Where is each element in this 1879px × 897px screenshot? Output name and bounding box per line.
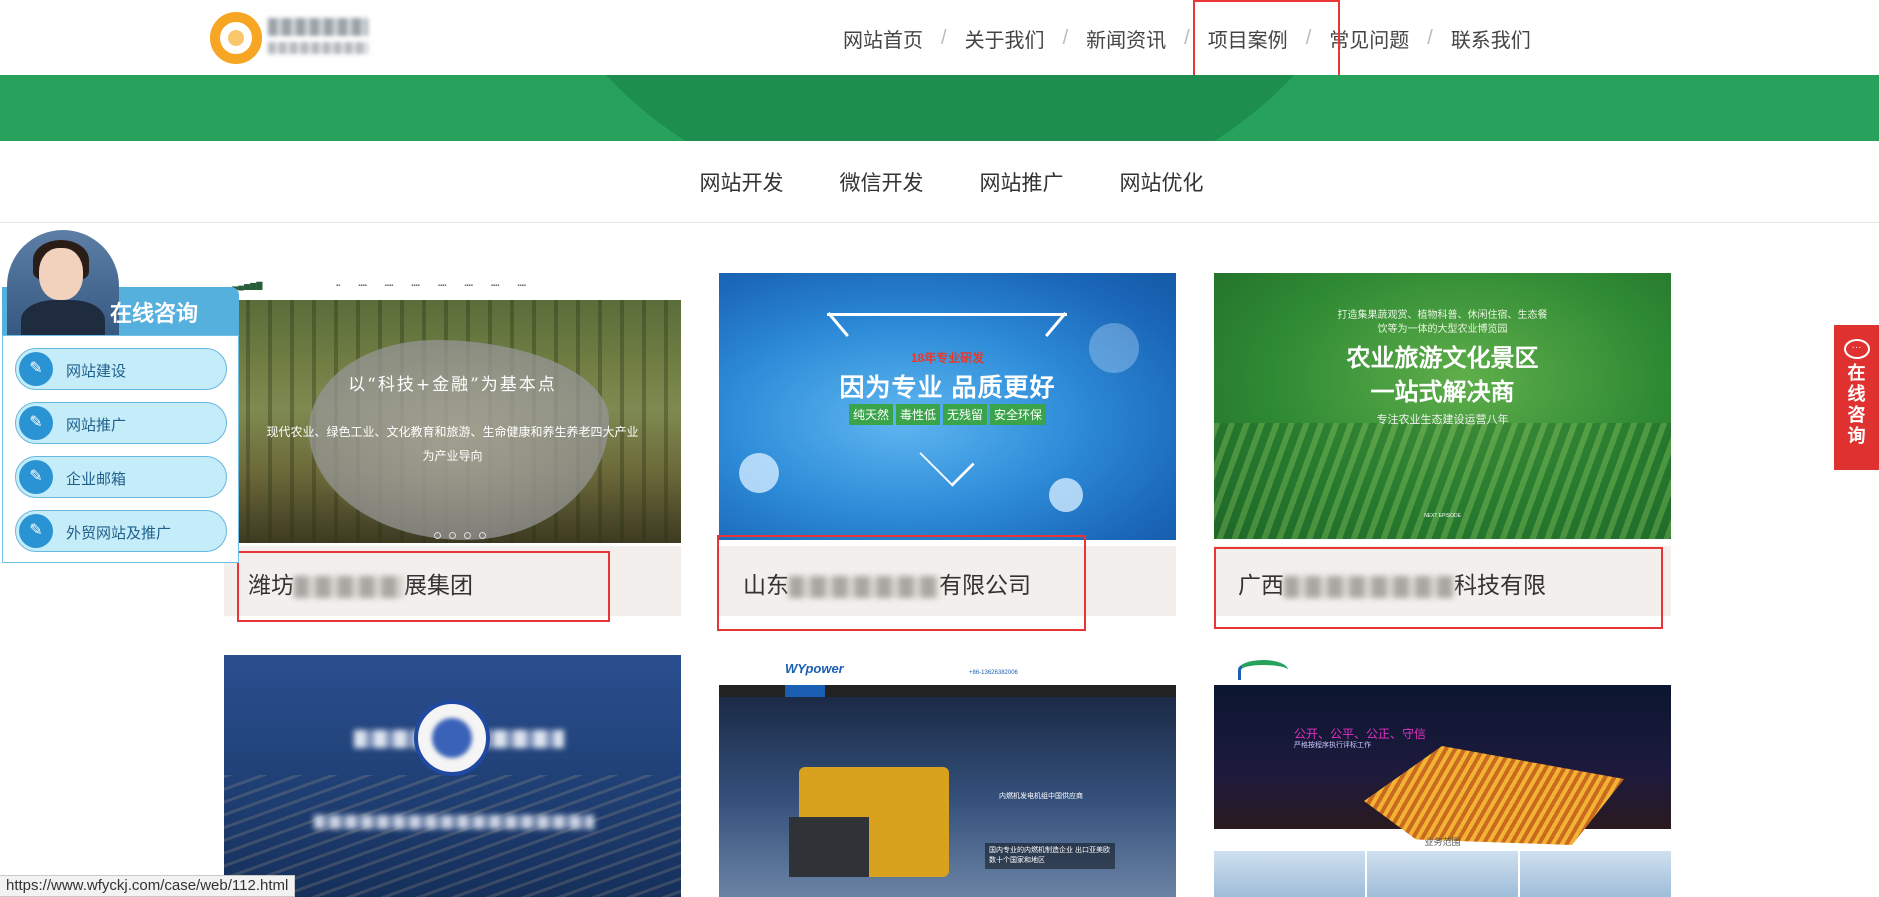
thumb-molecule — [1049, 478, 1083, 512]
case-thumbnail: 打造集果蔬观赏、植物科普、休闲住宿、生态餐饮等为一体的大型农业博览园 农业旅游文… — [1214, 273, 1671, 539]
consult-button-label: 企业邮箱 — [66, 471, 127, 488]
thumb-tag: 安全环保 — [990, 404, 1047, 425]
logo-url-blurred — [268, 42, 368, 54]
thumb-engine-base — [789, 817, 869, 877]
logo-text-blurred — [268, 18, 368, 36]
main-nav: 网站首页 / 关于我们 / 新闻资讯 / 项目案例 / 常见问题 / 联系我们 — [843, 24, 1531, 53]
nav-separator: / — [1184, 27, 1190, 49]
chevron-down-icon — [919, 431, 975, 487]
chat-bubble-icon: ··· — [1843, 339, 1870, 359]
case-thumbnail — [224, 655, 681, 897]
thumb-menu-bar — [719, 685, 1176, 697]
nav-home[interactable]: 网站首页 — [843, 24, 923, 53]
case-card[interactable]: 公开、公平、公正、守信 严格按程序执行评标工作 业务范围 — [1214, 655, 1671, 897]
thumb-next-label: NEXT EPISODE — [1424, 513, 1461, 519]
category-wechat-dev[interactable]: 微信开发 — [840, 167, 924, 197]
thumb-field — [1214, 423, 1671, 539]
browser-status-url: https://www.wfyckj.com/case/web/112.html — [0, 875, 296, 897]
consult-button-label: 网站建设 — [66, 363, 127, 380]
case-card[interactable] — [224, 655, 681, 897]
thumb-tag: 毒性低 — [895, 404, 940, 425]
thumb-triangle-top — [827, 313, 1067, 333]
case-title-highlight-box — [237, 551, 610, 622]
chat-icon: ✎ — [19, 406, 53, 440]
thumb-site-header: ▂▃▄▅▆▇ ▪▪ ▪▪▪▪ ▪▪▪▪ ▪▪▪▪ ▪▪▪▪ ▪▪▪▪ ▪▪▪▪ ▪▪▪▪ — [224, 273, 681, 300]
chat-icon: ✎ — [19, 352, 53, 386]
logo-dot — [228, 30, 244, 46]
thumb-badge: 18年专业研发 — [910, 351, 985, 365]
case-card[interactable]: WYpower +86-13626382006 内燃机发电机组中国供应商 国内专… — [719, 655, 1176, 897]
thumb-molecule — [739, 453, 779, 493]
thumb-topline: 打造集果蔬观赏、植物科普、休闲住宿、生态餐饮等为一体的大型农业博览园 — [1337, 310, 1548, 335]
consult-panel: ✎ 网站建设 ✎ 网站推广 ✎ 企业邮箱 ✎ 外贸网站及推广 — [2, 335, 239, 563]
thumb-logo — [1238, 660, 1288, 680]
consult-button-label: 外贸网站及推广 — [66, 525, 172, 542]
side-consult-label: 在线咨询 — [1847, 363, 1866, 446]
thumb-heading-line2: 一站式解决商 — [1370, 377, 1515, 406]
case-thumbnail: 公开、公平、公正、守信 严格按程序执行评标工作 业务范围 — [1214, 655, 1671, 897]
chat-icon: ✎ — [19, 460, 53, 494]
consult-button-web-build[interactable]: ✎ 网站建设 — [15, 348, 227, 390]
consult-button-label: 网站推广 — [66, 417, 127, 434]
thumb-section-label: 业务范围 — [1424, 837, 1461, 847]
site-header: 网站首页 / 关于我们 / 新闻资讯 / 项目案例 / 常见问题 / 联系我们 — [0, 0, 1879, 75]
thumb-phone: +86-13626382006 — [969, 670, 1018, 676]
thumb-subtext: 专注农业生态建设运营八年 — [1376, 414, 1509, 426]
thumb-slogan-sub: 严格按程序执行评标工作 — [1294, 742, 1371, 749]
thumb-nav: ▪▪ ▪▪▪▪ ▪▪▪▪ ▪▪▪▪ ▪▪▪▪ ▪▪▪▪ ▪▪▪▪ ▪▪▪▪ — [336, 283, 526, 289]
thumb-blocks — [1214, 851, 1671, 897]
thumb-heading: 以“科技+金融”为基本点 — [348, 375, 557, 395]
nav-contact[interactable]: 联系我们 — [1451, 24, 1531, 53]
thumb-subtext: 现代农业、绿色工业、文化教育和旅游、生命健康和养生养老四大产业为产业导向 — [266, 425, 639, 463]
thumb-tag: 纯天然 — [848, 404, 893, 425]
thumb-site-header — [1214, 655, 1671, 685]
thumb-heading: 农业旅游文化景区 一站式解决商 — [1214, 341, 1671, 409]
thumb-tags: 纯天然 毒性低 无残留 安全环保 — [719, 404, 1176, 425]
nav-separator: / — [1427, 27, 1433, 49]
chat-icon: ✎ — [19, 514, 53, 548]
thumb-stadium-roof — [1364, 746, 1624, 845]
nav-cases-highlight-box — [1193, 0, 1340, 87]
consult-button-foreign-trade[interactable]: ✎ 外贸网站及推广 — [15, 510, 227, 552]
nav-about[interactable]: 关于我们 — [965, 24, 1045, 53]
thumb-generator-image: 内燃机发电机组中国供应商 国内专业的内燃机制造企业 出口亚美欧数十个国家和地区 — [719, 697, 1176, 897]
consult-title: 在线咨询 — [110, 301, 199, 326]
thumb-heading-line1: 农业旅游文化景区 — [1346, 343, 1539, 372]
nav-separator: / — [941, 27, 947, 49]
online-consult-widget: 在线咨询 ✎ 网站建设 ✎ 网站推广 ✎ 企业邮箱 ✎ 外贸网站及推广 — [2, 230, 239, 563]
thumb-text: 内燃机发电机组中国供应商 — [999, 793, 1083, 800]
thumb-slider-dots — [434, 532, 486, 539]
thumb-tag: 无残留 — [943, 404, 988, 425]
category-nav: 网站开发 微信开发 网站推广 网站优化 — [0, 141, 1879, 223]
nav-separator: / — [1062, 27, 1069, 49]
nav-faq[interactable]: 常见问题 — [1329, 24, 1409, 53]
avatar — [7, 230, 119, 342]
banner-arc — [520, 75, 1380, 141]
case-title-highlight-box — [1214, 547, 1663, 629]
thumb-blurred-text — [314, 815, 594, 829]
category-web-seo[interactable]: 网站优化 — [1120, 167, 1204, 197]
thumb-forest-image: 以“科技+金融”为基本点 现代农业、绿色工业、文化教育和旅游、生命健康和养生养老… — [224, 300, 681, 543]
nav-news[interactable]: 新闻资讯 — [1086, 24, 1166, 53]
thumb-logo: WYpower — [785, 661, 844, 676]
category-web-dev[interactable]: 网站开发 — [700, 167, 784, 197]
category-web-promo[interactable]: 网站推广 — [980, 167, 1064, 197]
consult-button-web-promo[interactable]: ✎ 网站推广 — [15, 402, 227, 444]
emblem-icon — [414, 700, 490, 776]
consult-button-email[interactable]: ✎ 企业邮箱 — [15, 456, 227, 498]
thumb-hero: 公开、公平、公正、守信 严格按程序执行评标工作 — [1214, 685, 1671, 845]
thumb-site-header: WYpower +86-13626382006 — [719, 655, 1176, 685]
banner-band — [0, 75, 1879, 141]
avatar-face — [39, 248, 83, 300]
case-thumbnail: 18年专业研发 因为专业 品质更好 纯天然 毒性低 无残留 安全环保 — [719, 273, 1176, 540]
case-thumbnail: ▂▃▄▅▆▇ ▪▪ ▪▪▪▪ ▪▪▪▪ ▪▪▪▪ ▪▪▪▪ ▪▪▪▪ ▪▪▪▪ ▪▪▪▪ 以“… — [224, 273, 681, 543]
thumb-heading: 因为专业 品质更好 — [839, 374, 1056, 402]
case-thumbnail: WYpower +86-13626382006 内燃机发电机组中国供应商 国内专… — [719, 655, 1176, 897]
case-title-highlight-box — [717, 535, 1086, 631]
side-consult-tab[interactable]: ··· 在线咨询 — [1834, 325, 1879, 470]
site-logo[interactable] — [210, 10, 370, 66]
thumb-text-box: 国内专业的内燃机制造企业 出口亚美欧数十个国家和地区 — [985, 843, 1115, 869]
